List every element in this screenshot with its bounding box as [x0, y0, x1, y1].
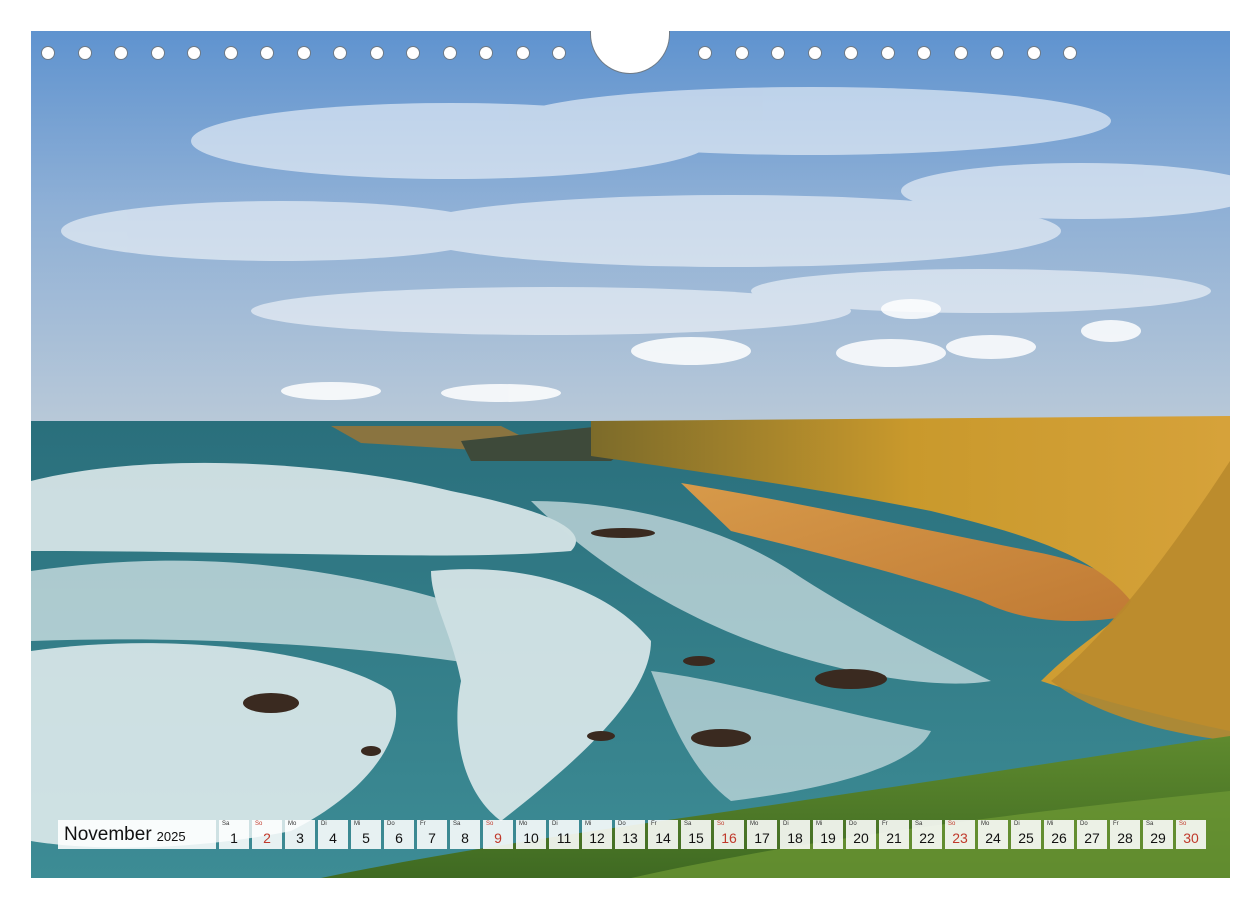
weekday-label: Mo [288, 821, 297, 827]
weekday-label: Sa [915, 821, 923, 827]
day-number: 14 [655, 830, 671, 846]
day-number: 17 [754, 830, 770, 846]
weekday-label: Fr [651, 821, 657, 827]
day-number: 4 [329, 830, 337, 846]
weekday-label: Do [387, 821, 395, 827]
day-cell: Do 13 [615, 820, 645, 849]
day-number: 9 [494, 830, 502, 846]
day-number: 22 [919, 830, 935, 846]
day-cell: So 16 [714, 820, 744, 849]
day-cell: Sa 22 [912, 820, 942, 849]
day-number: 11 [556, 830, 572, 846]
weekday-label: So [717, 821, 725, 827]
day-number: 23 [952, 830, 968, 846]
day-number: 10 [523, 830, 539, 846]
day-number: 1 [230, 830, 238, 846]
day-number: 6 [395, 830, 403, 846]
month-year: 2025 [156, 829, 186, 844]
weekday-label: Di [321, 821, 327, 827]
weekday-label: Do [618, 821, 626, 827]
day-cell: Do 27 [1077, 820, 1107, 849]
weekday-label: Do [1080, 821, 1088, 827]
day-cell: Do 6 [384, 820, 414, 849]
day-number: 15 [688, 830, 704, 846]
day-cell: So 30 [1176, 820, 1206, 849]
day-cell: So 2 [252, 820, 282, 849]
day-number: 16 [721, 830, 737, 846]
day-cell: So 9 [483, 820, 513, 849]
day-number: 27 [1084, 830, 1100, 846]
day-cell: Mi 26 [1044, 820, 1074, 849]
weekday-label: Mi [354, 821, 361, 827]
day-number: 19 [820, 830, 836, 846]
coastal-landscape-photo [31, 31, 1230, 878]
calendar-bar: November 2025 Sa 1 So 2 Mo 3 Di 4 Mi 5 Do 6 Fr 7 Sa 8 So… [58, 820, 1206, 849]
day-cell: Mi 12 [582, 820, 612, 849]
weekday-label: Di [1014, 821, 1020, 827]
day-cell: Mo 10 [516, 820, 546, 849]
day-cell: Fr 21 [879, 820, 909, 849]
month-name: November [64, 823, 152, 845]
day-number: 13 [622, 830, 638, 846]
weekday-label: So [255, 821, 263, 827]
weekday-label: Mo [750, 821, 759, 827]
day-cell: Fr 14 [648, 820, 678, 849]
weekday-label: Mi [1047, 821, 1054, 827]
day-cell: Di 11 [549, 820, 579, 849]
day-number: 26 [1051, 830, 1067, 846]
day-cell: Fr 7 [417, 820, 447, 849]
weekday-label: Sa [222, 821, 230, 827]
day-number: 25 [1018, 830, 1034, 846]
weekday-label: Di [783, 821, 789, 827]
weekday-label: Sa [684, 821, 692, 827]
weekday-label: Do [849, 821, 857, 827]
day-cell: So 23 [945, 820, 975, 849]
day-number: 30 [1183, 830, 1199, 846]
day-cell: Mi 19 [813, 820, 843, 849]
day-number: 5 [362, 830, 370, 846]
day-number: 2 [263, 830, 271, 846]
weekday-label: Fr [1113, 821, 1119, 827]
day-number: 20 [853, 830, 869, 846]
weekday-label: Di [552, 821, 558, 827]
day-cell: Sa 1 [219, 820, 249, 849]
day-cell: Mi 5 [351, 820, 381, 849]
day-number: 3 [296, 830, 304, 846]
weekday-label: Sa [453, 821, 461, 827]
day-number: 29 [1150, 830, 1166, 846]
day-cell: Mo 24 [978, 820, 1008, 849]
weekday-label: So [486, 821, 494, 827]
day-number: 7 [428, 830, 436, 846]
day-number: 24 [985, 830, 1001, 846]
weekday-label: Fr [420, 821, 426, 827]
day-cell: Sa 8 [450, 820, 480, 849]
day-number: 21 [886, 830, 902, 846]
day-cell: Di 18 [780, 820, 810, 849]
day-cell: Do 20 [846, 820, 876, 849]
day-cell: Sa 15 [681, 820, 711, 849]
weekday-label: Mo [519, 821, 528, 827]
weekday-label: Fr [882, 821, 888, 827]
day-cell: Di 4 [318, 820, 348, 849]
weekday-label: So [1179, 821, 1187, 827]
weekday-label: Mo [981, 821, 990, 827]
day-number: 12 [589, 830, 605, 846]
day-number: 18 [787, 830, 803, 846]
day-cell: Mo 17 [747, 820, 777, 849]
day-cell: Sa 29 [1143, 820, 1173, 849]
weekday-label: So [948, 821, 956, 827]
day-cell: Fr 28 [1110, 820, 1140, 849]
weekday-label: Sa [1146, 821, 1154, 827]
day-cells: Sa 1 So 2 Mo 3 Di 4 Mi 5 Do 6 Fr 7 Sa 8 So 9 Mo 10 Di 11 Mi 12 D… [219, 820, 1206, 849]
day-cell: Mo 3 [285, 820, 315, 849]
day-number: 8 [461, 830, 469, 846]
month-label: November 2025 [58, 820, 216, 849]
weekday-label: Mi [816, 821, 823, 827]
weekday-label: Mi [585, 821, 592, 827]
day-cell: Di 25 [1011, 820, 1041, 849]
day-number: 28 [1117, 830, 1133, 846]
